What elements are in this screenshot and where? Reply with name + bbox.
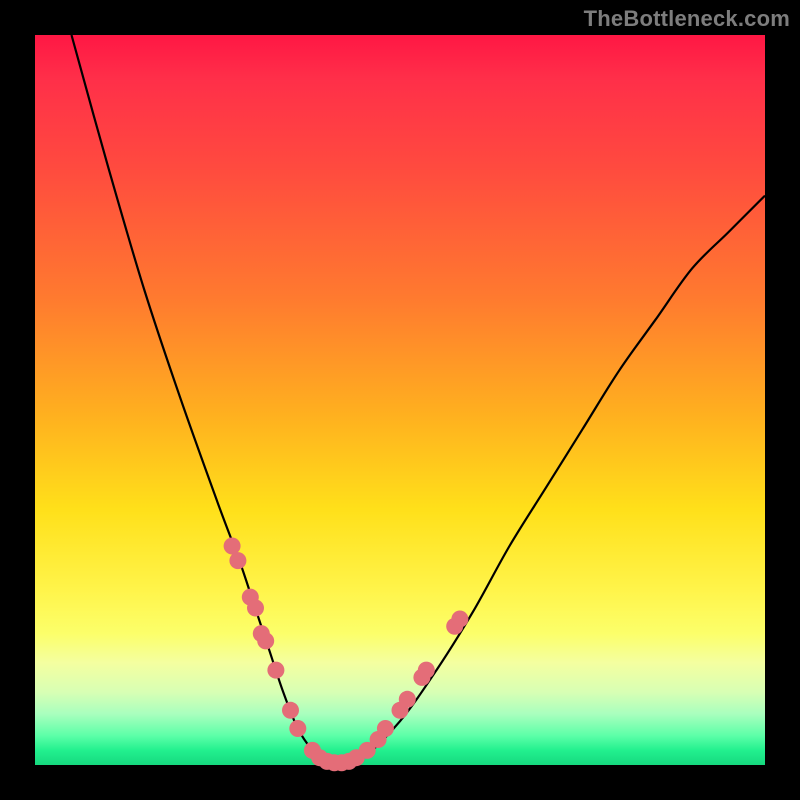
highlight-dot — [418, 662, 435, 679]
highlight-dot — [247, 600, 264, 617]
chart-svg — [35, 35, 765, 765]
highlight-dots-group — [224, 538, 469, 772]
highlight-dot — [267, 662, 284, 679]
chart-frame: TheBottleneck.com — [0, 0, 800, 800]
highlight-dot — [377, 720, 394, 737]
highlight-dot — [451, 611, 468, 628]
highlight-dot — [282, 702, 299, 719]
highlight-dot — [289, 720, 306, 737]
watermark-text: TheBottleneck.com — [584, 6, 790, 32]
bottleneck-curve — [72, 35, 766, 766]
highlight-dot — [399, 691, 416, 708]
highlight-dot — [257, 632, 274, 649]
highlight-dot — [229, 552, 246, 569]
plot-area — [35, 35, 765, 765]
highlight-dot — [224, 538, 241, 555]
